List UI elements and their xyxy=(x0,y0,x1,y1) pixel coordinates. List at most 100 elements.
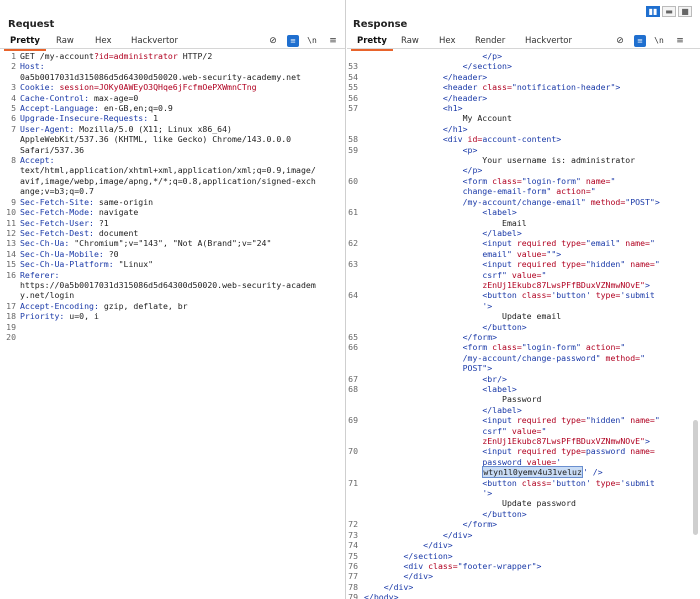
code-token: </div> xyxy=(403,571,434,582)
code-token: u=0, i xyxy=(69,311,99,322)
code-token: > xyxy=(644,436,650,447)
response-tab-hex[interactable]: Hex xyxy=(439,36,456,46)
code-token: <div xyxy=(403,560,429,571)
response-scrollbar[interactable] xyxy=(693,420,698,535)
code-line: 58 <div id=account-content> xyxy=(347,134,700,144)
hide-icon[interactable]: ⊘ xyxy=(267,35,279,47)
code-token: navigate xyxy=(98,207,139,218)
code-line: 14 Sec-Ch-Ua-Mobile: ?0 xyxy=(0,249,345,259)
line-text: Host: xyxy=(0,61,345,71)
code-line: </button> xyxy=(347,509,700,519)
code-token: " xyxy=(590,186,596,197)
response-menu-icon[interactable]: ≡ xyxy=(674,35,686,47)
line-text: Update password xyxy=(347,498,700,508)
code-token: zEnUj1Ekubc87LwsPFfBDuxVZNmwNOvE" xyxy=(482,436,645,447)
request-pane: Request Pretty Raw Hex Hackvertor ⊘ ≡ \n… xyxy=(0,0,346,599)
line-number: 54 xyxy=(348,71,358,82)
wrap-lines-icon[interactable]: ≡ xyxy=(634,35,646,47)
line-text: </div> xyxy=(347,530,700,540)
request-tab-raw[interactable]: Raw xyxy=(56,36,74,46)
line-text: Your username is: administrator xyxy=(347,155,700,165)
code-token: </body> xyxy=(364,592,399,599)
line-text: <div id=account-content> xyxy=(347,134,700,144)
line-text: <p> xyxy=(347,145,700,155)
code-token: </div> xyxy=(442,529,473,540)
code-token: <br/> xyxy=(482,373,507,384)
request-menu-icon[interactable]: ≡ xyxy=(327,35,339,47)
line-text: <br/> xyxy=(347,374,700,384)
newline-toggle-icon[interactable]: \n xyxy=(653,35,665,47)
line-number: 78 xyxy=(348,581,358,592)
response-tab-hackvertor[interactable]: Hackvertor xyxy=(525,36,572,46)
line-text: My Account xyxy=(347,113,700,123)
line-text: </form> xyxy=(347,332,700,342)
code-token: required type= xyxy=(516,446,586,457)
line-number: 4 xyxy=(11,92,16,103)
code-line: 62 <input required type="email" name=" xyxy=(347,238,700,248)
wrap-lines-icon[interactable]: ≡ xyxy=(287,35,299,47)
code-token: class= xyxy=(482,82,512,93)
code-token: HTTP/2 xyxy=(177,51,213,61)
code-line: csrf" value=" xyxy=(347,270,700,280)
code-token: > xyxy=(615,82,621,93)
code-token: name= xyxy=(625,415,655,426)
code-token: Mozilla/5.0 (X11; Linux x86_64) xyxy=(79,123,232,134)
code-token: session=JOKy0AWEyO3QHqe6jFcfmOePXWmnCTng xyxy=(59,82,257,93)
line-number: 69 xyxy=(348,415,358,426)
line-text: Password xyxy=(347,394,700,404)
line-text: AppleWebKit/537.36 (KHTML, like Gecko) C… xyxy=(0,134,345,144)
line-text: <button class='button' type='submit xyxy=(347,290,700,300)
hide-icon[interactable]: ⊘ xyxy=(614,35,626,47)
request-tab-hex[interactable]: Hex xyxy=(95,36,112,46)
code-token: ?1 xyxy=(98,217,109,228)
code-token: type= xyxy=(590,290,621,301)
code-token: <input xyxy=(482,238,517,249)
response-tab-pretty[interactable]: Pretty xyxy=(351,36,393,51)
code-token: email" xyxy=(482,248,512,259)
code-line: 16 Referer: xyxy=(0,270,345,280)
code-token: csrf" xyxy=(482,425,507,436)
code-line: </p> xyxy=(347,165,700,175)
line-text: </button> xyxy=(347,509,700,519)
code-token: <h1> xyxy=(442,103,463,114)
line-number: 8 xyxy=(11,155,16,166)
line-number: 62 xyxy=(348,238,358,249)
code-token: > xyxy=(556,248,562,259)
response-title: Response xyxy=(353,19,408,30)
request-tab-hackvertor[interactable]: Hackvertor xyxy=(131,36,178,46)
line-text: </form> xyxy=(347,519,700,529)
code-line: Email xyxy=(347,218,700,228)
code-line: Update email xyxy=(347,311,700,321)
code-line: 17 Accept-Encoding: gzip, deflate, br xyxy=(0,301,345,311)
response-tab-raw[interactable]: Raw xyxy=(401,36,419,46)
code-line: 69 <input required type="hidden" name=" xyxy=(347,415,700,425)
request-tabs: Pretty Raw Hex Hackvertor ⊘ ≡ \n ≡ xyxy=(0,34,345,51)
newline-toggle-icon[interactable]: \n xyxy=(306,35,318,47)
code-line: email" value=""> xyxy=(347,249,700,259)
code-token: csrf" xyxy=(482,269,507,280)
response-editor[interactable]: </p> 53 </section> 54 </header> 55 <header … xyxy=(347,51,700,599)
response-tab-render[interactable]: Render xyxy=(475,36,505,46)
code-token: User-Agent: xyxy=(20,123,80,134)
code-line: /my-account/change-password" method=" xyxy=(347,353,700,363)
code-token: " xyxy=(649,238,655,249)
code-line: 12 Sec-Fetch-Dest: document xyxy=(0,228,345,238)
request-editor[interactable]: 1 GET /my-account?id=administrator HTTP/2… xyxy=(0,51,345,599)
code-token: account-content xyxy=(482,134,557,145)
request-tab-pretty[interactable]: Pretty xyxy=(4,36,46,51)
line-text: Accept: xyxy=(0,155,345,165)
line-text: </header> xyxy=(347,93,700,103)
code-token: Upgrade-Insecure-Requests: xyxy=(20,113,154,124)
code-line: </p> xyxy=(347,51,700,61)
code-token: <div xyxy=(442,134,468,145)
line-text: Update email xyxy=(347,311,700,321)
code-line: 3 Cookie: session=JOKy0AWEyO3QHqe6jFcfmOe… xyxy=(0,82,345,92)
code-line: 5 Accept-Language: en-GB,en;q=0.9 xyxy=(0,103,345,113)
